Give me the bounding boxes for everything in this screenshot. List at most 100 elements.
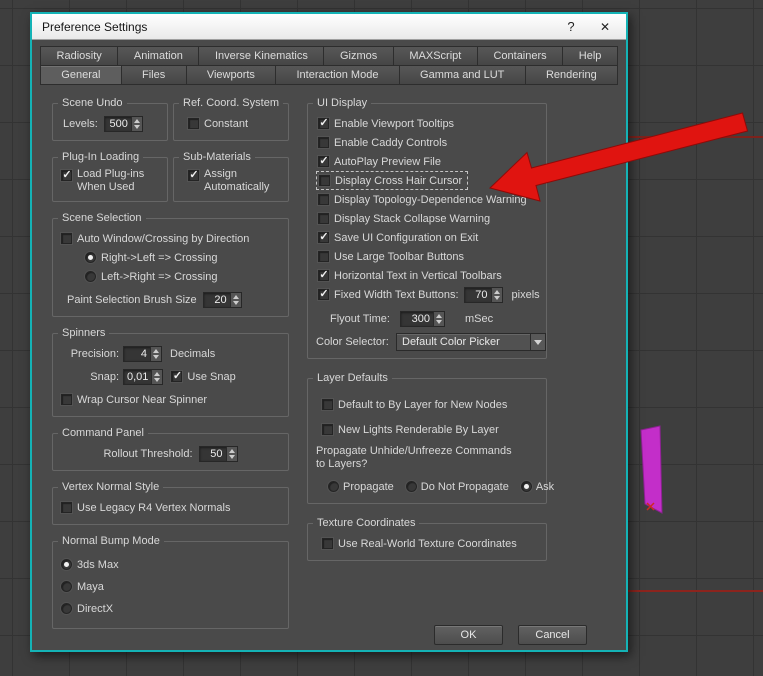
spinner-up-icon[interactable] — [231, 293, 241, 300]
radio-left-right-crossing[interactable]: Left->Right => Crossing — [85, 267, 280, 286]
radio-icon[interactable] — [328, 481, 339, 492]
checkbox-icon[interactable] — [318, 230, 330, 243]
checkbox-display-stack-collapse-warning[interactable]: Display Stack Collapse Warning — [316, 209, 538, 228]
checkbox-icon[interactable] — [318, 287, 330, 300]
brush-size-spinner[interactable]: 20 — [202, 291, 242, 308]
ok-button[interactable]: OK — [434, 625, 503, 645]
tab-interaction-mode[interactable]: Interaction Mode — [275, 65, 400, 85]
radio-icon[interactable] — [61, 603, 72, 614]
spinner-value[interactable]: 20 — [204, 293, 230, 307]
magenta-shape[interactable] — [640, 425, 663, 514]
spinner-down-icon[interactable] — [231, 300, 241, 307]
checkbox-icon[interactable] — [171, 369, 183, 382]
checkbox-default-by-layer[interactable]: Default to By Layer for New Nodes — [322, 395, 538, 414]
help-icon[interactable]: ? — [554, 19, 588, 34]
tab-general[interactable]: General — [40, 65, 122, 85]
tab-inverse-kinematics[interactable]: Inverse Kinematics — [198, 46, 325, 66]
checkbox-legacy-r4-normals[interactable]: Use Legacy R4 Vertex Normals — [61, 498, 280, 517]
checkbox-load-plugins-when-used[interactable]: Load Plug-ins When Used — [61, 168, 159, 194]
checkbox-horizontal-text-vertical-toolbars[interactable]: Horizontal Text in Vertical Toolbars — [316, 266, 538, 285]
checkbox-use-large-toolbar-buttons[interactable]: Use Large Toolbar Buttons — [316, 247, 538, 266]
spinner-up-icon[interactable] — [152, 370, 162, 377]
max-viewport-background[interactable]: { "window": { "title": "Preference Setti… — [0, 0, 763, 676]
spinner-down-icon[interactable] — [434, 319, 444, 326]
spinner-value[interactable]: 4 — [124, 347, 150, 361]
spinner-value[interactable]: 50 — [200, 447, 226, 461]
spinner-down-icon[interactable] — [492, 295, 502, 302]
tab-rendering[interactable]: Rendering — [524, 65, 619, 85]
checkbox-use-snap[interactable]: Use Snap — [171, 367, 236, 386]
tab-gizmos[interactable]: Gizmos — [323, 46, 394, 66]
spinner-down-icon[interactable] — [151, 354, 161, 361]
checkbox-icon[interactable] — [318, 268, 330, 281]
tab-containers[interactable]: Containers — [476, 46, 564, 66]
tab-files[interactable]: Files — [120, 65, 187, 85]
checkbox-icon[interactable] — [61, 502, 72, 513]
checkbox-fixed-width-text-buttons[interactable]: Fixed Width Text Buttons: 70 pixels — [316, 285, 540, 304]
flyout-time-spinner[interactable]: 300 — [400, 310, 445, 327]
spinner-up-icon[interactable] — [492, 288, 502, 295]
checkbox-wrap-cursor[interactable]: Wrap Cursor Near Spinner — [61, 390, 280, 409]
checkbox-icon[interactable] — [318, 137, 329, 148]
radio-do-not-propagate[interactable]: Do Not Propagate — [405, 477, 509, 496]
checkbox-real-world-texture-coords[interactable]: Use Real-World Texture Coordinates — [322, 534, 538, 553]
close-icon[interactable]: ✕ — [588, 20, 622, 34]
checkbox-new-lights-renderable[interactable]: New Lights Renderable By Layer — [322, 420, 538, 439]
snap-spinner[interactable]: 0,01 — [123, 368, 164, 385]
radio-icon[interactable] — [85, 252, 96, 263]
precision-spinner[interactable]: 4 — [123, 345, 162, 362]
checkbox-icon[interactable] — [61, 168, 73, 181]
spinner-up-icon[interactable] — [132, 117, 142, 124]
radio-icon[interactable] — [61, 581, 72, 592]
checkbox-icon[interactable] — [318, 213, 329, 224]
checkbox-autoplay-preview-file[interactable]: AutoPlay Preview File — [316, 152, 538, 171]
tab-help[interactable]: Help — [562, 46, 618, 66]
checkbox-icon[interactable] — [61, 233, 72, 244]
spinner-value[interactable]: 300 — [401, 312, 433, 326]
checkbox-icon[interactable] — [318, 154, 330, 167]
checkbox-save-ui-configuration[interactable]: Save UI Configuration on Exit — [316, 228, 538, 247]
checkbox-display-topology-warning[interactable]: Display Topology-Dependence Warning — [316, 190, 538, 209]
spinner-down-icon[interactable] — [227, 454, 237, 461]
radio-icon[interactable] — [61, 559, 72, 570]
dropdown-value[interactable]: Default Color Picker — [397, 334, 530, 350]
spinner-down-icon[interactable] — [152, 377, 162, 384]
radio-maya[interactable]: Maya — [61, 577, 280, 596]
checkbox-icon[interactable] — [319, 175, 330, 186]
radio-right-left-crossing[interactable]: Right->Left => Crossing — [85, 248, 280, 267]
radio-icon[interactable] — [405, 481, 417, 492]
radio-3ds-max[interactable]: 3ds Max — [61, 555, 280, 574]
tab-radiosity[interactable]: Radiosity — [40, 46, 119, 66]
radio-icon[interactable] — [520, 481, 532, 492]
undo-levels-spinner[interactable]: 500 — [103, 115, 143, 132]
cancel-button[interactable]: Cancel — [518, 625, 587, 645]
radio-ask[interactable]: Ask — [520, 477, 554, 496]
spinner-down-icon[interactable] — [132, 124, 142, 131]
tab-gamma-and-lut[interactable]: Gamma and LUT — [398, 65, 526, 85]
spinner-up-icon[interactable] — [151, 347, 161, 354]
tab-maxscript[interactable]: MAXScript — [392, 46, 478, 66]
checkbox-icon[interactable] — [322, 538, 333, 549]
rollout-threshold-spinner[interactable]: 50 — [198, 445, 238, 462]
checkbox-icon[interactable] — [322, 399, 333, 410]
checkbox-icon[interactable] — [188, 168, 200, 181]
spinner-up-icon[interactable] — [227, 447, 237, 454]
checkbox-icon[interactable] — [318, 251, 329, 262]
spinner-value[interactable]: 500 — [105, 117, 131, 131]
checkbox-enable-viewport-tooltips[interactable]: Enable Viewport Tooltips — [316, 114, 538, 133]
checkbox-icon[interactable] — [318, 116, 330, 129]
spinner-up-icon[interactable] — [434, 312, 444, 319]
fixed-width-spinner[interactable]: 70 — [463, 286, 503, 303]
checkbox-icon[interactable] — [318, 194, 329, 205]
checkbox-display-cross-hair-cursor[interactable]: Display Cross Hair Cursor — [316, 171, 469, 190]
tab-animation[interactable]: Animation — [117, 46, 200, 66]
checkbox-auto-window-crossing[interactable]: Auto Window/Crossing by Direction — [61, 229, 280, 248]
checkbox-icon[interactable] — [61, 394, 72, 405]
checkbox-icon[interactable] — [188, 118, 199, 129]
chevron-down-icon[interactable] — [530, 333, 545, 350]
checkbox-enable-caddy-controls[interactable]: Enable Caddy Controls — [316, 133, 538, 152]
radio-propagate[interactable]: Propagate — [328, 477, 394, 496]
color-selector-dropdown[interactable]: Default Color Picker — [396, 332, 546, 351]
dialog-titlebar[interactable]: Preference Settings ? ✕ — [32, 14, 626, 40]
radio-directx[interactable]: DirectX — [61, 599, 280, 618]
